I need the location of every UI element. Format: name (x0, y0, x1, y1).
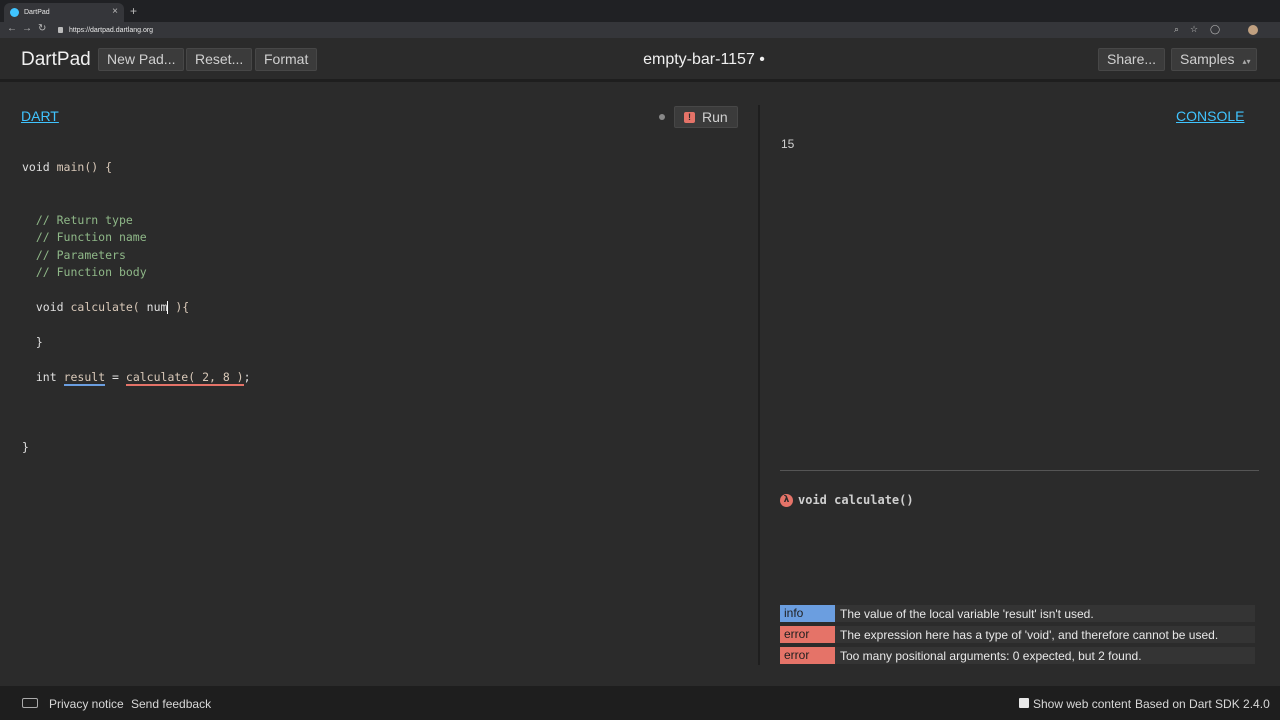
code-line: } (35, 335, 43, 349)
tab-dart[interactable]: DART (21, 108, 59, 124)
app-brand: DartPad (21, 49, 91, 70)
issue-row[interactable]: info The value of the local variable 're… (780, 605, 1255, 622)
code-line: int result = calculate( 2, 8 ); (35, 370, 251, 386)
samples-label: Samples (1180, 51, 1235, 67)
back-icon[interactable]: ← (7, 23, 17, 34)
error-underline[interactable]: calculate( 2, 8 ) (125, 370, 244, 386)
keyboard-icon[interactable] (22, 698, 38, 708)
code-line: void main() { (22, 160, 113, 174)
sdk-version: Based on Dart SDK 2.4.0 (1135, 697, 1270, 711)
new-tab-button[interactable]: + (130, 4, 137, 18)
issue-message: The value of the local variable 'result'… (840, 606, 1094, 621)
issues-list: info The value of the local variable 're… (780, 605, 1255, 668)
dart-favicon-icon (10, 8, 19, 17)
share-button[interactable]: Share... (1098, 48, 1166, 71)
reload-icon[interactable]: ↻ (38, 23, 46, 34)
app-header: DartPad New Pad... Reset... Format empty… (0, 38, 1280, 82)
profile-avatar[interactable] (1248, 25, 1258, 35)
error-icon: ! (684, 111, 695, 123)
code-line: void calculate( num ){ (35, 300, 190, 314)
show-web-checkbox[interactable] (1019, 698, 1029, 708)
zoom-icon[interactable]: ⌕ (1174, 24, 1179, 35)
reset-button[interactable]: Reset... (186, 48, 253, 71)
issue-message: Too many positional arguments: 0 expecte… (840, 648, 1142, 663)
url-text: https://dartpad.dartlang.org (69, 26, 154, 34)
documentation-panel: λ void calculate() (780, 493, 914, 507)
show-web-label: Show web content (1033, 697, 1132, 711)
doc-signature: void calculate() (798, 493, 914, 507)
issue-message: The expression here has a type of 'void'… (840, 627, 1219, 642)
footer: Privacy notice Send feedback Show web co… (0, 686, 1280, 720)
browser-tab[interactable]: DartPad × (4, 3, 124, 22)
status-dot (659, 114, 665, 120)
browser-tabstrip: DartPad × + (0, 0, 1280, 22)
issue-row[interactable]: error Too many positional arguments: 0 e… (780, 647, 1255, 664)
address-bar: ← → ↻ https://dartpad.dartlang.org ⌕ ☆ ◯ (0, 22, 1280, 38)
run-button[interactable]: ! Run (674, 106, 738, 128)
samples-select[interactable]: Samples ▴▾ (1171, 48, 1257, 71)
info-underline[interactable]: result (63, 370, 106, 386)
updown-arrow-icon: ▴▾ (1242, 57, 1251, 66)
code-editor[interactable]: void main() { // Return type // Function… (22, 159, 251, 457)
tab-close-icon[interactable]: × (112, 6, 118, 17)
format-button[interactable]: Format (255, 48, 318, 71)
issue-kind-badge: error (780, 647, 835, 664)
issue-kind-badge: info (780, 605, 835, 622)
editor-pane: DART ! Run void main() { // Return type … (0, 85, 758, 685)
tab-title: DartPad (24, 9, 50, 16)
feedback-link[interactable]: Send feedback (131, 697, 211, 711)
tab-console[interactable]: CONSOLE (1176, 108, 1244, 124)
lock-icon (58, 27, 63, 33)
code-comment: // Parameters (35, 247, 126, 262)
pad-title[interactable]: empty-bar-1157 • (643, 51, 765, 68)
run-label: Run (702, 109, 728, 125)
code-line: } (22, 440, 29, 454)
issue-row[interactable]: error The expression here has a type of … (780, 626, 1255, 643)
star-icon[interactable]: ☆ (1190, 24, 1198, 35)
url-field[interactable]: https://dartpad.dartlang.org (58, 23, 1188, 37)
console-output: 15 (781, 137, 795, 151)
new-pad-button[interactable]: New Pad... (98, 48, 185, 71)
forward-icon[interactable]: → (22, 23, 32, 34)
console-divider[interactable] (780, 470, 1259, 471)
code-comment: // Return type (35, 212, 133, 227)
lambda-icon: λ (780, 493, 793, 507)
privacy-link[interactable]: Privacy notice (49, 697, 124, 711)
code-comment: // Function body (35, 265, 147, 279)
issue-kind-badge: error (780, 626, 835, 643)
pane-divider[interactable] (758, 105, 760, 665)
code-comment: // Function name (35, 230, 147, 244)
extension-icon[interactable]: ◯ (1210, 24, 1220, 35)
